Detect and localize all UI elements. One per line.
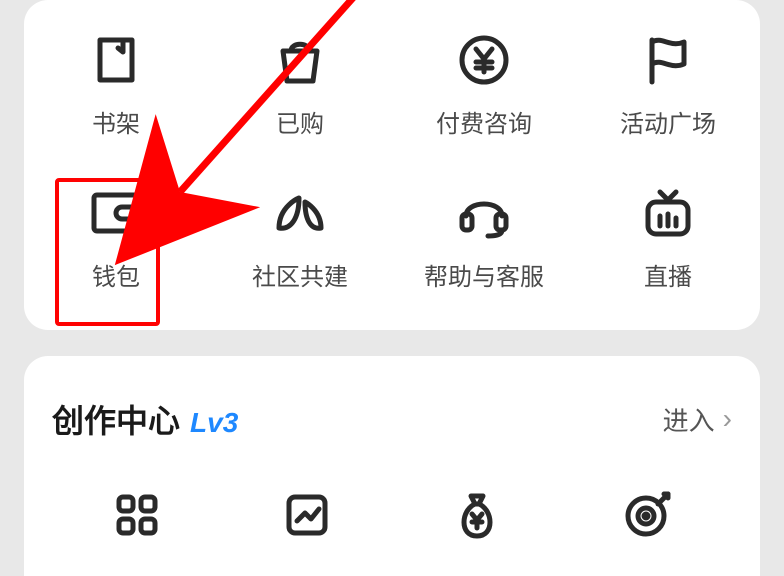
grid-item-label: 帮助与客服 [424, 257, 544, 292]
leaves-icon [270, 183, 330, 243]
enter-link[interactable]: 进入 › [663, 401, 732, 438]
grid-item-bookshelf[interactable]: 书架 [24, 30, 208, 139]
creator-center-header: 创作中心 Lv3 进入 › [52, 396, 732, 442]
grid-item-help-support[interactable]: 帮助与客服 [392, 183, 576, 292]
chart-icon [283, 491, 331, 539]
grid-item-purchased[interactable]: 已购 [208, 30, 392, 139]
tv-icon [638, 183, 698, 243]
grid-item-wallet[interactable]: 钱包 [24, 183, 208, 292]
money-bag-icon [453, 490, 501, 540]
grid-item-label: 钱包 [92, 257, 140, 292]
earnings-button[interactable] [450, 488, 504, 542]
target-icon [622, 490, 672, 540]
wallet-icon [86, 183, 146, 243]
grid-item-paid-consult[interactable]: 付费咨询 [392, 30, 576, 139]
enter-link-label: 进入 [663, 401, 715, 438]
yen-circle-icon [454, 30, 514, 90]
bag-icon [270, 30, 330, 90]
grid-row-2: 钱包 社区共建 [24, 183, 760, 292]
grid-item-live[interactable]: 直播 [576, 183, 760, 292]
creator-center-card: 创作中心 Lv3 进入 › [24, 356, 760, 576]
creator-center-title-group: 创作中心 Lv3 [52, 396, 238, 442]
grid-item-label: 直播 [644, 257, 692, 292]
grid-icon [113, 491, 161, 539]
book-icon [86, 30, 146, 90]
creator-center-title: 创作中心 [52, 396, 180, 442]
goals-button[interactable] [620, 488, 674, 542]
flag-icon [638, 30, 698, 90]
analytics-button[interactable] [280, 488, 334, 542]
grid-item-label: 已购 [276, 104, 324, 139]
grid-item-label: 书架 [92, 104, 140, 139]
grid-item-label: 社区共建 [252, 257, 348, 292]
apps-button[interactable] [110, 488, 164, 542]
grid-item-label: 付费咨询 [436, 104, 532, 139]
feature-grid-card: 书架 已购 [24, 0, 760, 330]
creator-center-icon-row [52, 488, 732, 542]
grid-row-1: 书架 已购 [24, 30, 760, 139]
grid-item-community-build[interactable]: 社区共建 [208, 183, 392, 292]
chevron-right-icon: › [723, 403, 732, 435]
grid-item-activity-square[interactable]: 活动广场 [576, 30, 760, 139]
grid-item-label: 活动广场 [620, 104, 716, 139]
headset-icon [454, 183, 514, 243]
level-badge: Lv3 [190, 407, 238, 439]
